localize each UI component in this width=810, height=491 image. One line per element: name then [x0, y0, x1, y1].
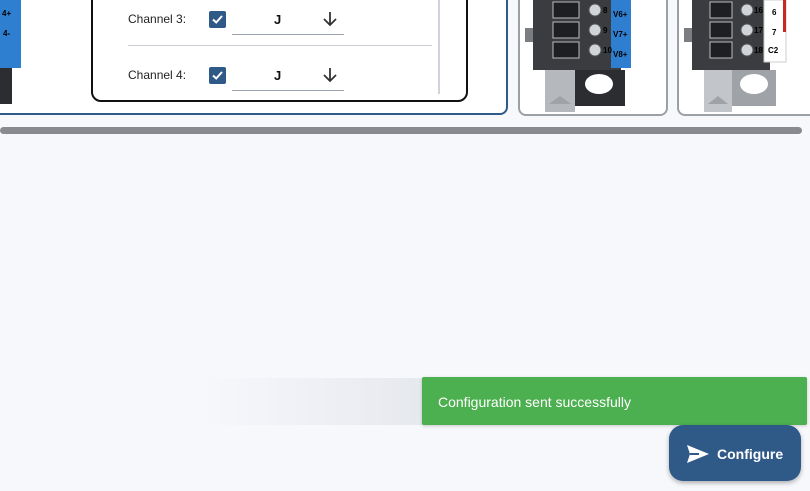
- horizontal-scrollbar[interactable]: [0, 127, 802, 134]
- channel-3-checkbox[interactable]: [209, 11, 226, 28]
- terminal-number-8: 8: [603, 6, 608, 15]
- channel-panel-scrollbar[interactable]: [438, 0, 440, 94]
- left-terminal-label-2: 4-: [3, 29, 10, 38]
- terminal-block-blue: 8 9 10 V6+ V7+ V8+: [525, 0, 631, 112]
- channel-row-3: Channel 3: J: [128, 2, 358, 42]
- terminal-label-7: 7: [772, 28, 777, 37]
- terminal-number-16: 16: [754, 6, 763, 15]
- checkmark-icon: [212, 71, 223, 80]
- channel-4-label: Channel 4:: [128, 68, 187, 82]
- terminal-number-9: 9: [603, 26, 608, 35]
- left-terminal-module: 4+ 4-: [0, 0, 21, 104]
- terminal-label-v7: V7+: [613, 30, 628, 39]
- terminal-number-18: 18: [754, 46, 763, 55]
- terminal-label-v8: V8+: [613, 50, 628, 59]
- arrow-down-icon: [323, 12, 337, 27]
- terminal-block-gray: 16 17 18 6 7 C2: [684, 0, 787, 112]
- terminal-label-v6: V6+: [613, 10, 628, 19]
- toast-fade: [200, 378, 430, 425]
- terminal-label-6: 6: [772, 8, 777, 17]
- configure-label: Configure: [717, 446, 784, 462]
- channel-3-value: J: [274, 12, 282, 27]
- channel-3-label: Channel 3:: [128, 12, 187, 26]
- channel-4-checkbox[interactable]: [209, 67, 226, 84]
- success-toast: Configuration sent successfully: [422, 377, 807, 425]
- channel-row-4: Channel 4: J: [128, 58, 358, 98]
- channel-4-type-select[interactable]: J: [232, 58, 344, 91]
- channel-3-type-select[interactable]: J: [232, 2, 344, 35]
- send-icon: [687, 445, 709, 463]
- checkmark-icon: [212, 15, 223, 24]
- toast-message: Configuration sent successfully: [438, 394, 631, 410]
- left-terminal-label-1: 4+: [2, 9, 11, 18]
- terminal-label-c2: C2: [768, 46, 779, 55]
- channel-4-value: J: [274, 68, 282, 83]
- configure-button[interactable]: Configure: [669, 425, 801, 481]
- arrow-down-icon: [323, 68, 337, 83]
- terminal-number-17: 17: [754, 26, 763, 35]
- row-divider: [128, 45, 432, 46]
- terminal-number-10: 10: [603, 46, 612, 55]
